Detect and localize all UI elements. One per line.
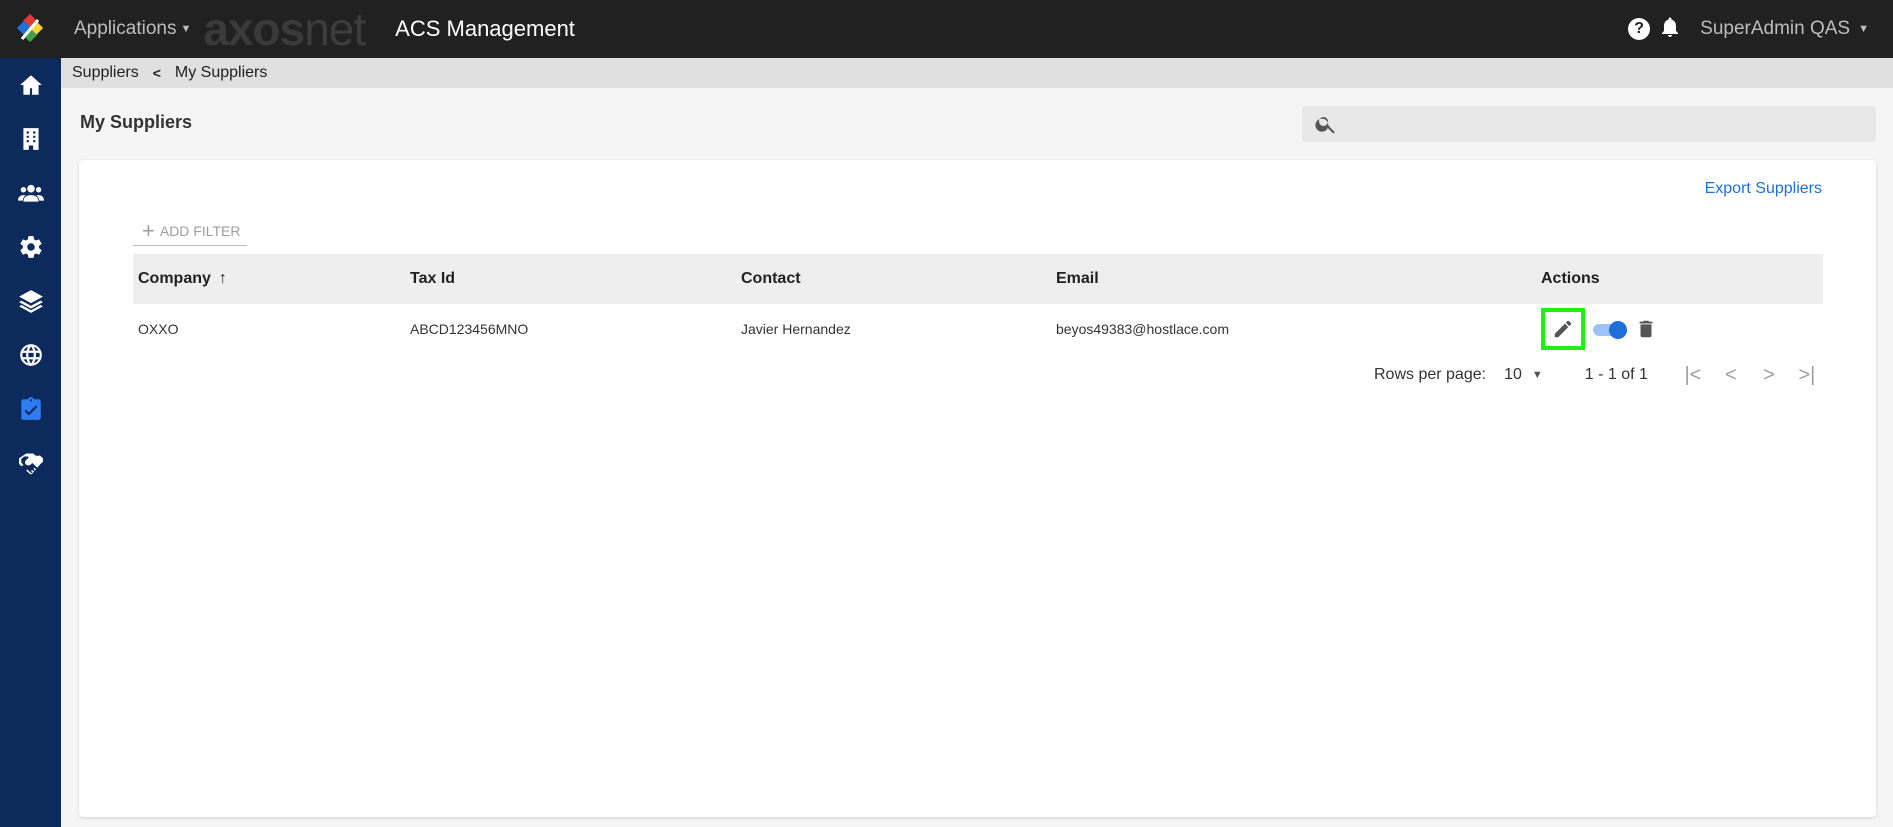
search-box[interactable] <box>1302 106 1876 142</box>
handshake-icon <box>18 453 43 475</box>
pagination: Rows per page: 10 ▼ 1 - 1 of 1 |< < > >| <box>1374 360 1826 390</box>
help-icon[interactable]: ? <box>1628 18 1651 40</box>
sidebar-item-suppliers[interactable] <box>0 382 61 436</box>
sidebar-item-layers[interactable] <box>0 274 61 328</box>
breadcrumb-suppliers[interactable]: Suppliers <box>72 64 139 82</box>
sidebar-item-buildings[interactable] <box>0 112 61 166</box>
last-page-icon: >| <box>1798 363 1816 386</box>
arrow-up-icon: ↑ <box>218 270 227 287</box>
layers-icon <box>18 290 43 313</box>
table-row: OXXO ABCD123456MNO Javier Hernandez beyo… <box>133 304 1823 354</box>
export-suppliers-link[interactable]: Export Suppliers <box>1705 180 1822 198</box>
brand-logo-text: axosnet <box>203 3 366 55</box>
delete-button[interactable] <box>1635 318 1657 340</box>
active-toggle[interactable] <box>1593 321 1627 339</box>
toggle-thumb <box>1609 321 1627 339</box>
last-page-button[interactable]: >| <box>1788 360 1826 390</box>
cell-email: beyos49383@hostlace.com <box>1056 321 1229 337</box>
sidebar-item-globe[interactable] <box>0 328 61 382</box>
trash-icon <box>1639 320 1653 338</box>
cell-actions <box>1536 304 1823 354</box>
users-icon <box>17 184 44 202</box>
table-header-row: Company ↑ Tax Id Contact Email Actions <box>133 254 1823 304</box>
applications-label: Applications <box>74 18 177 39</box>
add-filter-button[interactable]: + ADD FILTER <box>133 216 247 246</box>
chevron-down-icon: ▼ <box>1858 23 1869 35</box>
app-logo-icon[interactable] <box>0 0 62 58</box>
chevron-left-icon: < <box>152 65 161 81</box>
cell-contact: Javier Hernandez <box>741 321 851 337</box>
user-menu[interactable]: SuperAdmin QAS ▼ <box>1700 18 1869 40</box>
cell-company: OXXO <box>138 321 179 337</box>
column-header-company[interactable]: Company ↑ <box>133 254 405 304</box>
first-page-button[interactable]: |< <box>1674 360 1712 390</box>
module-title: ACS Management <box>395 16 575 41</box>
page-title: My Suppliers <box>80 112 193 132</box>
pencil-icon <box>1554 320 1572 338</box>
sidebar-item-partners[interactable] <box>0 436 61 490</box>
rows-per-page-select[interactable]: 10 ▼ <box>1504 366 1543 384</box>
sidebar <box>0 58 61 827</box>
add-filter-label: ADD FILTER <box>159 222 241 239</box>
column-header-email: Email <box>1056 270 1099 287</box>
pagination-buttons: |< < > >| <box>1674 360 1826 390</box>
brand-logo: axosnet <box>203 0 366 58</box>
clipboard-check-icon <box>20 397 41 420</box>
previous-page-button[interactable]: < <box>1712 360 1750 390</box>
search-icon <box>1315 117 1335 134</box>
rows-per-page-label: Rows per page: <box>1374 366 1487 383</box>
building-icon <box>22 128 39 150</box>
sidebar-item-settings[interactable] <box>0 220 61 274</box>
applications-menu[interactable]: Applications ▼ <box>74 18 191 40</box>
breadcrumb: Suppliers < My Suppliers <box>61 58 1893 88</box>
edit-button[interactable] <box>1541 308 1585 350</box>
topbar-right: ? SuperAdmin QAS ▼ <box>1628 0 1869 58</box>
column-header-tax-id: Tax Id <box>410 270 456 287</box>
sidebar-item-home[interactable] <box>0 58 61 112</box>
bell-icon[interactable] <box>1658 15 1682 44</box>
chevron-down-icon: ▼ <box>180 23 192 35</box>
column-header-actions: Actions <box>1541 270 1600 287</box>
column-header-contact: Contact <box>741 270 801 287</box>
pagination-range: 1 - 1 of 1 <box>1584 366 1648 383</box>
suppliers-card: Export Suppliers + ADD FILTER Company ↑ T… <box>79 160 1876 817</box>
chevron-right-icon: > <box>1763 363 1775 386</box>
rows-per-page-value: 10 <box>1504 366 1522 383</box>
suppliers-table: Company ↑ Tax Id Contact Email Actions OX… <box>133 254 1823 354</box>
home-icon <box>19 75 42 95</box>
gear-icon <box>19 236 42 258</box>
plus-icon: + <box>142 217 155 243</box>
search-input[interactable] <box>1348 115 1848 133</box>
cell-tax-id: ABCD123456MNO <box>410 321 529 337</box>
globe-icon <box>19 344 42 366</box>
user-name: SuperAdmin QAS <box>1700 18 1851 39</box>
first-page-icon: |< <box>1684 363 1702 386</box>
next-page-button[interactable]: > <box>1750 360 1788 390</box>
breadcrumb-my-suppliers: My Suppliers <box>174 64 268 81</box>
chevron-down-icon: ▼ <box>1531 369 1543 381</box>
sidebar-item-users[interactable] <box>0 166 61 220</box>
chevron-left-icon: < <box>1725 363 1737 386</box>
top-bar: Applications ▼ axosnet ACS Management ? … <box>0 0 1893 58</box>
